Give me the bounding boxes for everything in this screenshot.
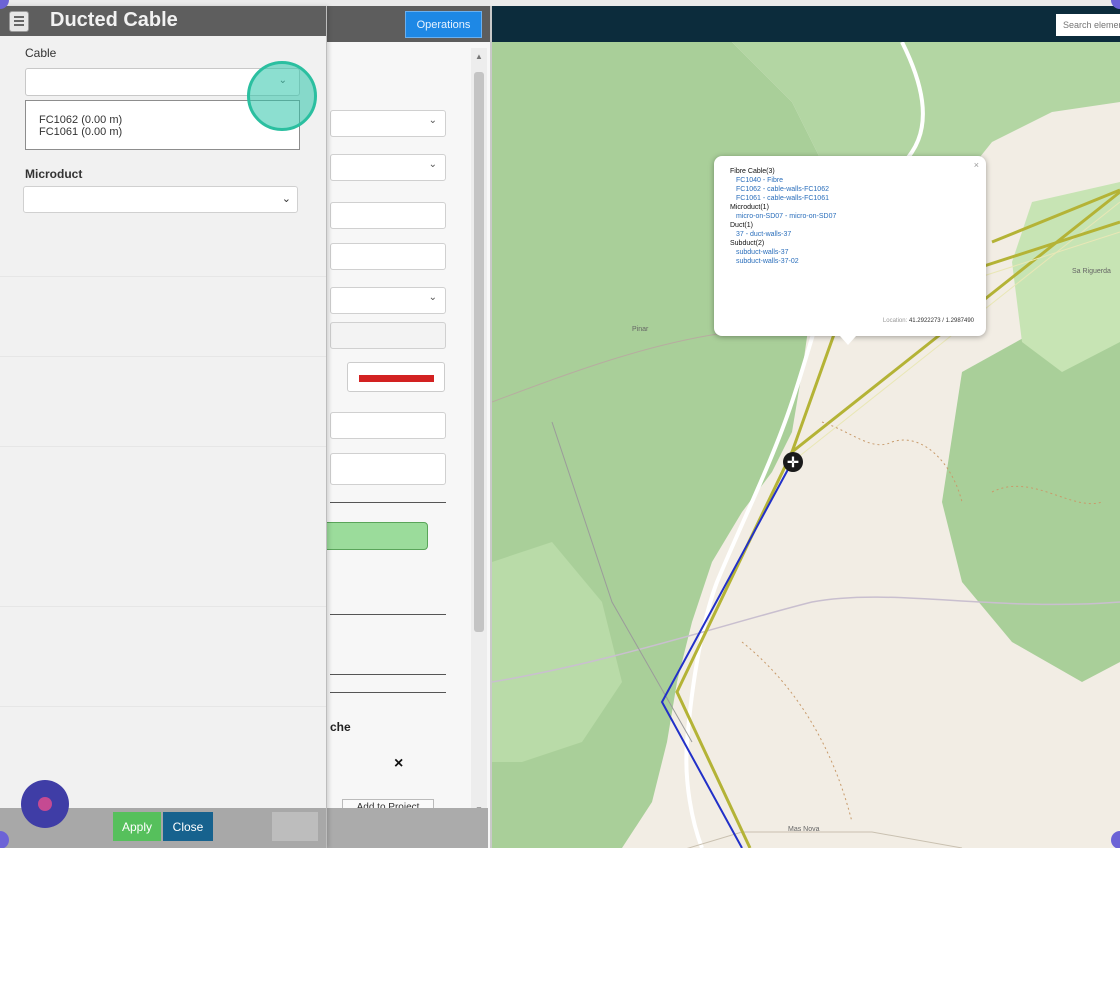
location-crosshair-icon[interactable]: ✛ [783, 452, 803, 472]
row-divider [0, 356, 326, 357]
cable-option[interactable]: FC1061 (0.00 m) [39, 126, 299, 138]
section-divider [330, 502, 446, 503]
row-divider [0, 446, 326, 447]
map-place-label: Sa Riguerda [1072, 268, 1111, 275]
popup-link[interactable]: FC1061 - cable-walls-FC1061 [736, 195, 976, 202]
row-divider [0, 706, 326, 707]
popup-location-readout: Location: 41.2922273 / 1.2987490 [883, 318, 974, 324]
track [686, 831, 963, 848]
contour-line [741, 641, 853, 823]
map-place-label: Pinar [632, 326, 649, 333]
form-text-field[interactable] [330, 453, 446, 485]
chevron-down-icon: ⌄ [281, 193, 291, 205]
form-scrollbar[interactable]: ▲ ▼ [471, 48, 487, 814]
popup-link[interactable]: micro-on-SD07 - micro-on-SD07 [736, 213, 976, 220]
form-text-field[interactable] [330, 202, 446, 229]
contour-line [821, 421, 963, 503]
disabled-button [272, 812, 318, 841]
operations-button[interactable]: Operations [405, 11, 482, 38]
popup-link[interactable]: subduct-walls-37-02 [736, 258, 976, 265]
popup-section-heading: Duct(1) [730, 222, 753, 229]
chevron-down-icon: ⌄ [428, 159, 437, 170]
forest-area [942, 312, 1120, 682]
chevron-down-icon: ⌄ [428, 115, 437, 126]
form-select-field[interactable]: ⌄ [330, 287, 446, 314]
popup-link[interactable]: FC1062 - cable-walls-FC1062 [736, 186, 976, 193]
document-list-icon [9, 11, 29, 32]
form-text-field[interactable] [330, 243, 446, 270]
close-icon[interactable]: × [974, 160, 979, 170]
color-picker[interactable] [347, 362, 445, 392]
popup-link[interactable]: 37 - duct-walls-37 [736, 231, 976, 238]
cable-label: Cable [25, 46, 57, 60]
table-column-header: che [330, 720, 351, 734]
remove-row-icon[interactable]: × [394, 755, 403, 773]
ducted-cable-dialog: Ducted Cable Cable ⌄ FC1062 (0.00 m) FC1… [0, 6, 327, 848]
map-search-input[interactable] [1056, 14, 1120, 36]
map-info-popup: × Fibre Cable(3) FC1040 - Fibre FC1062 -… [714, 156, 986, 345]
section-divider [330, 614, 446, 615]
map-view[interactable]: Pinar Sa Riguerda Mas Nova ✛ × Fibre Cab… [492, 6, 1120, 848]
popup-section-heading: Microduct(1) [730, 204, 769, 211]
dialog-title: Ducted Cable [50, 9, 178, 31]
popup-section-heading: Fibre Cable(3) [730, 168, 775, 175]
application-window: Operations ⌄ ⌄ ⌄ che × Add to Project ▲ … [0, 0, 1120, 848]
corner-handle [1111, 831, 1120, 848]
form-readonly-field [330, 322, 446, 349]
scroll-up-arrow-icon[interactable]: ▲ [475, 52, 483, 61]
floating-action-button[interactable] [21, 780, 69, 828]
section-divider [330, 674, 446, 675]
form-select-field[interactable]: ⌄ [330, 154, 446, 181]
click-indicator [247, 61, 317, 131]
scrollbar-thumb[interactable] [474, 72, 484, 632]
popup-link[interactable]: FC1040 - Fibre [736, 177, 976, 184]
form-text-field[interactable] [330, 412, 446, 439]
dialog-title-bar: Ducted Cable [0, 6, 326, 36]
microduct-label: Microduct [25, 167, 83, 181]
location-label: Location: [882, 318, 908, 324]
row-divider [0, 276, 326, 277]
form-select-field[interactable]: ⌄ [330, 110, 446, 137]
popup-section-heading: Subduct(2) [730, 240, 765, 247]
apply-button[interactable]: Apply [113, 812, 161, 841]
microduct-select[interactable]: ⌄ [23, 186, 298, 213]
map-place-label: Mas Nova [788, 826, 820, 833]
map-toolbar [492, 6, 1120, 42]
chevron-down-icon: ⌄ [428, 292, 437, 303]
popup-link[interactable]: subduct-walls-37 [736, 249, 976, 256]
section-divider [330, 692, 446, 693]
close-button[interactable]: Close [163, 812, 213, 841]
row-divider [0, 606, 326, 607]
location-value: 41.2922273 / 1.2987490 [908, 318, 974, 324]
